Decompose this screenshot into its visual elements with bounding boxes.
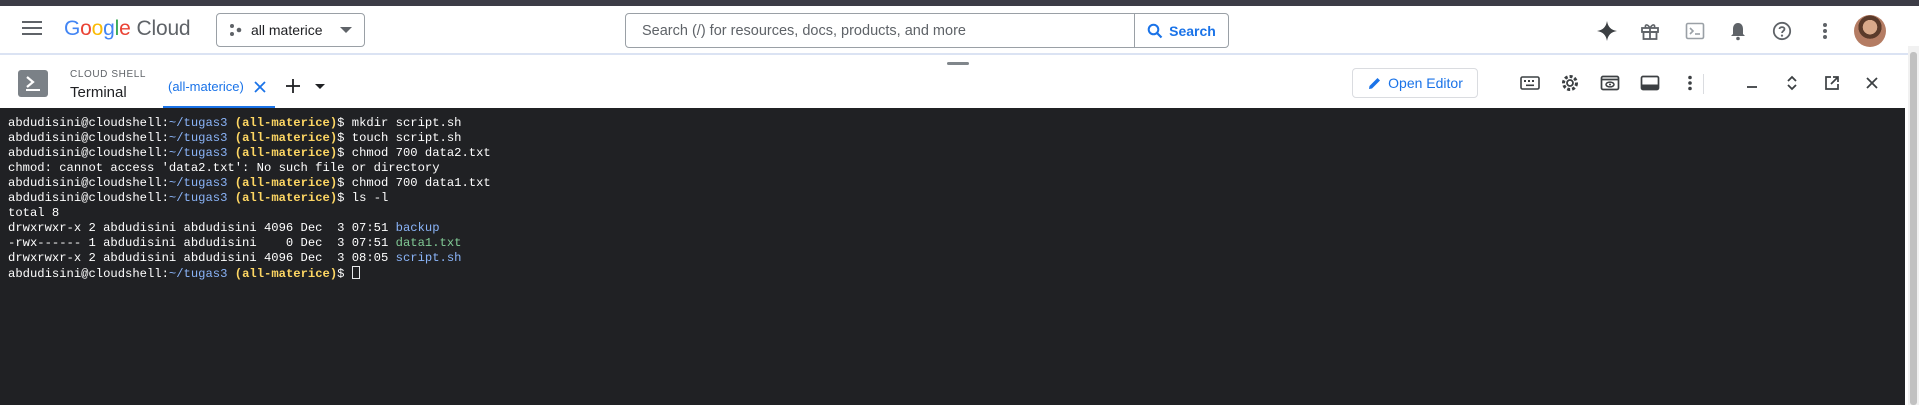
terminal-line: abdudisini@cloudshell:~/tugas3 (all-mate… (8, 146, 1897, 161)
terminal-line: -rwx------ 1 abdudisini abdudisini 0 Dec… (8, 236, 1897, 251)
pencil-icon (1369, 77, 1381, 89)
prompt-path: ~/tugas3 (168, 267, 228, 281)
cloud-shell-icon[interactable] (1684, 20, 1706, 42)
prompt-project: (all-materice) (234, 176, 338, 190)
header-divider (0, 53, 1908, 55)
command-text: $ chmod 700 data2.txt (337, 146, 491, 160)
terminal-line: drwxrwxr-x 2 abdudisini abdudisini 4096 … (8, 221, 1897, 236)
prompt-project: (all-materice) (234, 191, 338, 205)
terminal-output[interactable]: abdudisini@cloudshell:~/tugas3 (all-mate… (0, 108, 1905, 405)
tab-all-materice[interactable]: (all-materice) (163, 66, 275, 108)
web-preview-icon[interactable] (1600, 73, 1620, 93)
keyboard-icon[interactable] (1520, 73, 1540, 93)
notifications-bell-icon[interactable] (1727, 20, 1749, 42)
ls-entry-name: data1.txt (395, 236, 462, 250)
terminal-line: total 8 (8, 206, 1897, 221)
tab-menu-dropdown-icon[interactable] (315, 84, 325, 89)
terminal-line: abdudisini@cloudshell:~/tugas3 (all-mate… (8, 116, 1897, 131)
command-text: $ (337, 267, 352, 281)
search-icon (1147, 23, 1163, 38)
prompt-path: ~/tugas3 (168, 176, 228, 190)
command-text: $ chmod 700 data1.txt (337, 176, 491, 190)
panel-resize-handle[interactable] (947, 62, 969, 65)
maximize-restore-icon[interactable] (1782, 73, 1802, 93)
terminal-line: abdudisini@cloudshell:~/tugas3 (all-mate… (8, 266, 1897, 282)
terminal-line: abdudisini@cloudshell:~/tugas3 (all-mate… (8, 131, 1897, 146)
terminal-line: drwxrwxr-x 2 abdudisini abdudisini 4096 … (8, 251, 1897, 266)
close-tab-icon[interactable] (253, 80, 267, 94)
ls-entry-details: drwxrwxr-x 2 abdudisini abdudisini 4096 … (8, 251, 396, 265)
gemini-spark-icon[interactable] (1596, 20, 1618, 42)
ls-entry-details: -rwx------ 1 abdudisini abdudisini 0 Dec… (8, 236, 396, 250)
open-editor-button[interactable]: Open Editor (1352, 68, 1478, 98)
prompt-path: ~/tugas3 (168, 131, 228, 145)
more-vert-icon[interactable] (1680, 73, 1700, 93)
terminal-cursor (351, 266, 360, 279)
prompt-project: (all-materice) (234, 116, 338, 130)
output-text: total 8 (8, 206, 60, 220)
tab-label: (all-materice) (168, 78, 244, 94)
hamburger-menu-icon[interactable] (22, 21, 42, 37)
prompt-user: abdudisini@cloudshell: (8, 116, 169, 130)
page-scrollbar-thumb[interactable] (1910, 52, 1917, 405)
google-cloud-logo[interactable]: Google Cloud (64, 17, 191, 41)
search-input[interactable] (626, 14, 1134, 47)
project-picker-label: all materice (251, 22, 323, 38)
layout-icon[interactable] (1640, 73, 1660, 93)
prompt-user: abdudisini@cloudshell: (8, 191, 169, 205)
settings-gear-icon[interactable] (1560, 73, 1580, 93)
cloud-shell-subtitle: Terminal (70, 84, 127, 101)
terminal-line: chmod: cannot access 'data2.txt': No suc… (8, 161, 1897, 176)
prompt-user: abdudisini@cloudshell: (8, 267, 169, 281)
logo-google: Google (64, 17, 131, 40)
gift-icon[interactable] (1639, 20, 1661, 42)
avatar[interactable] (1854, 15, 1886, 47)
logo-cloud: Cloud (136, 17, 191, 40)
close-icon[interactable] (1862, 73, 1882, 93)
toolbar-divider (1703, 74, 1704, 94)
cloud-shell-title: CLOUD SHELL (70, 69, 147, 80)
cloud-shell-toolbar: CLOUD SHELL Terminal (all-materice) Open… (0, 66, 1908, 108)
top-header: Google Cloud all materice Search (0, 6, 1919, 54)
search-button[interactable]: Search (1134, 14, 1228, 47)
more-vert-icon[interactable] (1814, 20, 1836, 42)
ls-entry-name: backup (395, 221, 440, 235)
output-text: chmod: cannot access 'data2.txt': No suc… (8, 161, 440, 175)
prompt-user: abdudisini@cloudshell: (8, 176, 169, 190)
prompt-user: abdudisini@cloudshell: (8, 146, 169, 160)
command-text: $ touch script.sh (337, 131, 462, 145)
command-text: $ mkdir script.sh (337, 116, 462, 130)
project-dots-icon (230, 24, 242, 36)
prompt-path: ~/tugas3 (168, 146, 228, 160)
prompt-project: (all-materice) (234, 131, 338, 145)
prompt-project: (all-materice) (234, 267, 338, 281)
prompt-path: ~/tugas3 (168, 116, 228, 130)
cloud-shell-logo-icon (18, 70, 48, 97)
terminal-line: abdudisini@cloudshell:~/tugas3 (all-mate… (8, 176, 1897, 191)
ls-entry-details: drwxrwxr-x 2 abdudisini abdudisini 4096 … (8, 221, 396, 235)
add-tab-icon[interactable] (285, 78, 301, 94)
command-text: $ ls -l (337, 191, 389, 205)
terminal-line: abdudisini@cloudshell:~/tugas3 (all-mate… (8, 191, 1897, 206)
project-picker[interactable]: all materice (216, 13, 365, 47)
prompt-user: abdudisini@cloudshell: (8, 131, 169, 145)
chevron-down-icon (340, 27, 352, 33)
help-icon[interactable] (1771, 20, 1793, 42)
prompt-path: ~/tugas3 (168, 191, 228, 205)
search-bar: Search (625, 13, 1229, 48)
open-new-window-icon[interactable] (1822, 73, 1842, 93)
prompt-project: (all-materice) (234, 146, 338, 160)
ls-entry-name: script.sh (395, 251, 462, 265)
minimize-icon[interactable] (1742, 73, 1762, 93)
open-editor-label: Open Editor (1388, 75, 1463, 91)
search-button-label: Search (1169, 22, 1216, 39)
